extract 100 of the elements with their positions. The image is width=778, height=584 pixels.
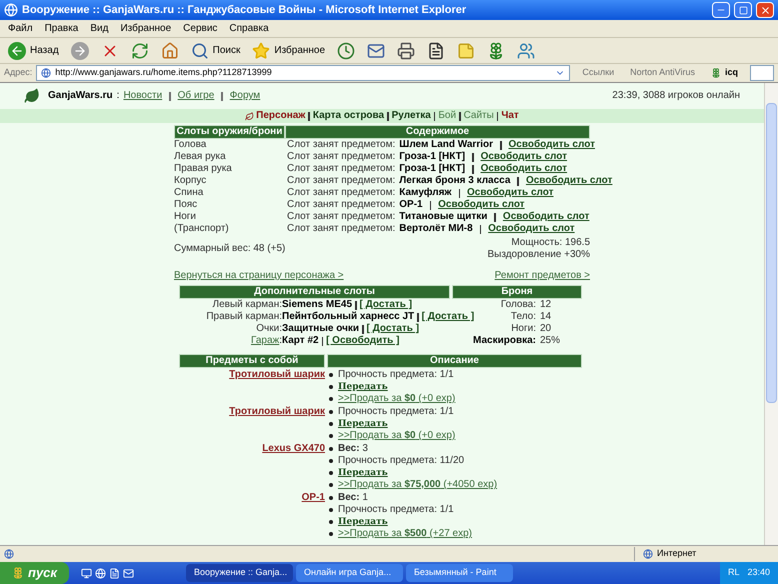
column-header: Предметы с собой [179,354,325,368]
take-out-link[interactable]: [ Освободить ] [326,335,400,347]
forward-icon [70,42,89,60]
recovery-value: Выздоровление +30% [487,249,590,261]
toolbar-button[interactable]: Избранное [248,40,330,62]
slot-item: Титановые щитки [399,211,488,223]
item-name-link[interactable]: Lexus GX470 [262,443,325,454]
sell-link[interactable]: >>Продать за $75,000 (+4050 exp) [338,479,498,491]
separator: : [116,90,120,102]
menu-item[interactable]: Правка [44,21,78,36]
icq-button[interactable]: icq [702,66,746,80]
item-name-link[interactable]: ОР-1 [302,492,325,503]
globe-icon[interactable] [95,568,106,578]
transfer-link[interactable]: Передать [338,418,388,430]
transfer-link[interactable]: Передать [338,516,388,528]
pocket-label: Правый карман: [205,311,282,323]
nav-link[interactable]: Чат [501,110,519,122]
slot-prefix: Слот занят предметом: [287,139,396,151]
bullet-icon [329,459,333,463]
free-slot-link[interactable]: Освободить слот [526,175,612,187]
slot-name: Пояс [174,199,198,211]
back-link[interactable]: Вернуться на страницу персонажа > [174,270,344,282]
slot-item: Вертолёт МИ-8 [399,223,473,235]
free-slot-link[interactable]: Освободить слот [438,199,525,211]
item-property: Прочность предмета: 1/1 [338,369,454,381]
home-icon [160,42,179,60]
slot-name: Правая рука [174,163,233,175]
slot-item: ОР-1 [399,199,423,211]
item-property: Вес: 1 [338,492,368,504]
sell-link[interactable]: >>Продать за $0 (+0 exp) [338,393,456,405]
close-button[interactable] [756,2,774,18]
menu-item[interactable]: Вид [90,21,108,36]
free-slot-link[interactable]: Освободить слот [480,163,568,175]
links-button[interactable]: Ссылки [574,66,622,80]
slot-item: Легкая броня 3 класса [399,175,510,187]
sell-link[interactable]: >>Продать за $0 (+0 exp) [338,430,456,442]
address-field[interactable]: http://www.ganjawars.ru/home.items.php?1128713999 [36,65,570,81]
pocket-item: Пейнтбольный харнесс JT [282,311,414,323]
transfer-link[interactable]: Передать [338,467,388,479]
search-icon [190,42,209,60]
toolbar-button[interactable]: Поиск [186,40,244,62]
free-slot-link[interactable]: Освободить слот [488,223,575,235]
free-slot-link[interactable]: Освободить слот [502,211,590,223]
garage-link[interactable]: Гараж [250,335,280,346]
pocket-item: Siemens ME45 [282,299,352,311]
scrollbar[interactable] [764,83,778,545]
toolbar-button[interactable]: Назад [4,40,63,62]
take-out-link[interactable]: [ Достать ] [360,299,412,311]
menu-item[interactable]: Справка [229,21,269,36]
leaf-icon [24,88,40,104]
slot-name: Корпус [174,175,208,187]
menu-item[interactable]: Сервис [183,21,218,36]
taskbar-window[interactable]: Онлайн игра Ganja... [296,564,403,582]
document-icon[interactable] [109,568,120,578]
desktop-icon[interactable] [81,568,92,578]
maximize-button[interactable] [734,2,752,18]
column-header: Дополнительные слоты [179,285,450,299]
transfer-link[interactable]: Передать [338,381,388,393]
slot-prefix: Слот занят предметом: [287,211,396,223]
item-name-link[interactable]: Тротиловый шарик [229,406,325,417]
close-icon [760,4,770,16]
repair-link[interactable]: Ремонт предметов > [494,270,590,282]
norton-button[interactable]: Norton AntiVirus [626,66,699,80]
slot-prefix: Слот занят предметом: [287,163,396,175]
header-link[interactable]: Об игре [178,90,214,102]
address-label: Адрес: [4,66,32,80]
menu-item[interactable]: Избранное [120,21,172,36]
search-field[interactable] [750,65,774,81]
note-icon [457,42,476,60]
menu-item[interactable]: Файл [8,21,33,36]
nav-link[interactable]: Карта острова [312,110,384,122]
bullet-icon [329,496,333,500]
nav-link[interactable]: Сайты [464,110,494,122]
start-button[interactable]: пуск [0,562,69,584]
taskbar-window[interactable]: Вооружение :: Ganja... [186,564,293,582]
nav-link[interactable]: Персонаж [256,110,306,122]
back-icon [8,42,26,60]
slot-name: (Транспорт) [174,223,230,235]
taskbar-window[interactable]: Безымянный - Paint [406,564,513,582]
mail-icon[interactable] [123,568,134,578]
bullet-icon [329,508,333,512]
header-link[interactable]: Новости [123,90,162,102]
nav-link[interactable]: Бой [438,110,456,122]
free-slot-link[interactable]: Освободить слот [467,187,554,199]
slot-prefix: Слот занят предметом: [287,187,396,199]
sell-link[interactable]: >>Продать за $500 (+27 exp) [338,528,472,540]
language-indicator[interactable]: RL [728,566,740,580]
free-slot-link[interactable]: Освободить слот [508,139,595,151]
slot-name: Спина [174,187,204,199]
minimize-button[interactable] [712,2,730,18]
flower-icon [710,68,721,78]
header-link[interactable]: Форум [230,90,260,102]
item-name-link[interactable]: Тротиловый шарик [229,369,325,380]
scrollbar-thumb[interactable] [766,103,777,403]
item-property: Прочность предмета: 11/20 [338,455,464,467]
take-out-link[interactable]: [ Достать ] [366,323,420,335]
document-icon [427,42,446,60]
free-slot-link[interactable]: Освободить слот [480,151,568,163]
take-out-link[interactable]: [ Достать ] [422,311,474,323]
nav-link[interactable]: Рулетка [392,110,431,122]
